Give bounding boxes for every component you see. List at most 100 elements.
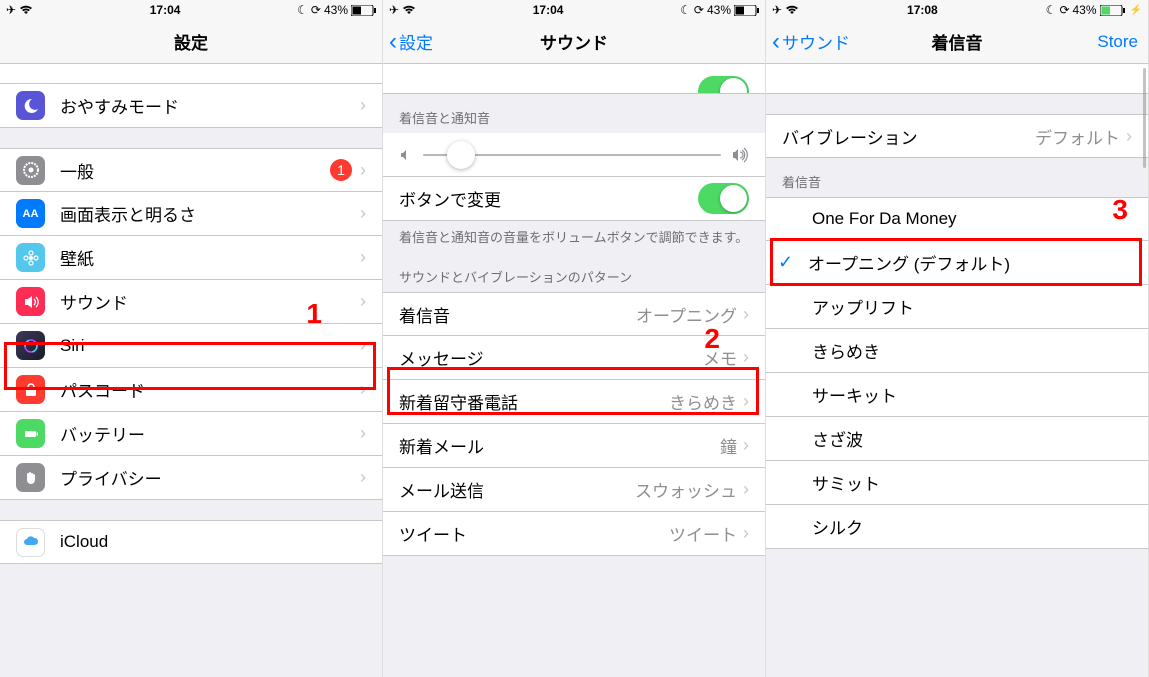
volume-slider-row [383, 133, 765, 177]
scrollbar-indicator [1143, 68, 1146, 168]
tone-sazanami[interactable]: さざ波 [766, 417, 1148, 461]
row-icloud[interactable]: iCloud [0, 520, 382, 564]
partial-row [0, 64, 382, 84]
chevron-icon: › [743, 435, 749, 456]
row-label: ボタンで変更 [399, 186, 698, 211]
battery-icon [1100, 5, 1127, 16]
row-change-with-buttons[interactable]: ボタンで変更 [383, 177, 765, 221]
row-label: 壁紙 [60, 245, 360, 270]
back-label: 設定 [399, 29, 433, 54]
highlight-box-2 [387, 367, 759, 415]
ringtone-list[interactable]: バイブレーション デフォルト › 着信音 One For Da Money ✓ … [766, 64, 1148, 677]
page-title: 着信音 [932, 29, 983, 54]
airplane-icon: ✈ [6, 3, 16, 17]
row-general[interactable]: 一般 1 › [0, 148, 382, 192]
row-label: プライバシー [60, 465, 360, 490]
row-privacy[interactable]: プライバシー › [0, 456, 382, 500]
battery-percent: 43% [1073, 3, 1097, 17]
status-time: 17:04 [533, 3, 564, 17]
row-label: バイブレーション [782, 124, 1035, 149]
row-label: 着信音 [399, 302, 636, 327]
row-battery[interactable]: バッテリー › [0, 412, 382, 456]
moon-icon: ☾ [680, 3, 691, 17]
annotation-3: 3 [1112, 194, 1128, 226]
chevron-icon: › [360, 95, 366, 116]
annotation-1: 1 [306, 298, 322, 330]
row-label: メール送信 [399, 477, 635, 502]
chevron-icon: › [1126, 126, 1132, 147]
chevron-icon: › [360, 160, 366, 181]
row-display[interactable]: AA 画面表示と明るさ › [0, 192, 382, 236]
cloud-icon [16, 528, 45, 557]
annotation-2: 2 [704, 323, 720, 355]
chevron-icon: › [360, 467, 366, 488]
tone-kirameki[interactable]: きらめき [766, 329, 1148, 373]
text-size-icon: AA [16, 199, 45, 228]
section-footer: 着信音と通知音の音量をボリュームボタンで調節できます。 [383, 221, 765, 253]
row-tweet[interactable]: ツイート ツイート › [383, 512, 765, 556]
row-label: 一般 [60, 158, 330, 183]
row-sentmail[interactable]: メール送信 スウォッシュ › [383, 468, 765, 512]
toggle-switch[interactable] [698, 183, 749, 214]
status-bar: ✈ 17:04 ☾ ⟳ 43% [383, 0, 765, 20]
tone-silk[interactable]: シルク [766, 505, 1148, 549]
tone-label: さざ波 [812, 426, 1132, 451]
tone-label: サミット [812, 470, 1132, 495]
row-label: 画面表示と明るさ [60, 201, 360, 226]
settings-screen: ✈ 17:04 ☾ ⟳ 43% 設定 おやすみモード › [0, 0, 383, 677]
back-button[interactable]: ‹ 設定 [389, 28, 433, 56]
status-time: 17:04 [150, 3, 181, 17]
chevron-icon: › [743, 523, 749, 544]
tone-summit[interactable]: サミット [766, 461, 1148, 505]
partial-row [766, 64, 1148, 94]
row-label: iCloud [60, 532, 366, 552]
row-value: オープニング [636, 302, 737, 327]
highlight-box-1 [4, 342, 376, 390]
row-label: 新着メール [399, 433, 720, 458]
section-header-ringtones: 着信音 [766, 158, 1148, 197]
row-label: おやすみモード [60, 93, 360, 118]
tone-circuit[interactable]: サーキット [766, 373, 1148, 417]
flower-icon [16, 243, 45, 272]
store-button[interactable]: Store [1097, 32, 1138, 52]
tone-label: きらめき [812, 338, 1132, 363]
row-value: スウォッシュ [635, 477, 737, 502]
lock-rotation-icon: ⟳ [694, 3, 704, 17]
section-header-ringer: 着信音と通知音 [383, 94, 765, 133]
battery-icon [351, 5, 376, 16]
row-vibration[interactable]: バイブレーション デフォルト › [766, 114, 1148, 158]
highlight-box-3 [770, 238, 1142, 286]
row-wallpaper[interactable]: 壁紙 › [0, 236, 382, 280]
moon-icon: ☾ [1046, 3, 1057, 17]
tone-label: One For Da Money [812, 209, 1132, 229]
nav-bar: ‹ サウンド 着信音 Store [766, 20, 1148, 64]
tone-uplift[interactable]: アップリフト [766, 285, 1148, 329]
moon-icon [16, 91, 45, 120]
wifi-icon [402, 5, 416, 15]
lock-rotation-icon: ⟳ [311, 3, 321, 17]
row-do-not-disturb[interactable]: おやすみモード › [0, 84, 382, 128]
chevron-icon: › [743, 304, 749, 325]
tone-label: アップリフト [812, 294, 1132, 319]
slider-thumb[interactable] [447, 141, 475, 169]
tone-custom[interactable]: One For Da Money [766, 197, 1148, 241]
row-value: 鐘 [720, 433, 737, 458]
wifi-icon [785, 5, 799, 15]
row-label: ツイート [399, 521, 669, 546]
speaker-max-icon [731, 147, 749, 163]
row-newmail[interactable]: 新着メール 鐘 › [383, 424, 765, 468]
tone-label: サーキット [812, 382, 1132, 407]
volume-slider[interactable] [423, 154, 721, 156]
status-bar: ✈ 17:08 ☾ ⟳ 43% ⚡ [766, 0, 1148, 20]
chevron-icon: › [360, 247, 366, 268]
battery-percent: 43% [707, 3, 731, 17]
page-title: 設定 [174, 29, 208, 54]
charging-icon: ⚡ [1130, 5, 1142, 16]
row-sounds[interactable]: サウンド › [0, 280, 382, 324]
back-label: サウンド [782, 29, 850, 54]
wifi-icon [19, 5, 33, 15]
gear-icon [16, 156, 45, 185]
row-label: バッテリー [60, 421, 360, 446]
back-button[interactable]: ‹ サウンド [772, 28, 850, 56]
chevron-left-icon: ‹ [772, 28, 780, 56]
